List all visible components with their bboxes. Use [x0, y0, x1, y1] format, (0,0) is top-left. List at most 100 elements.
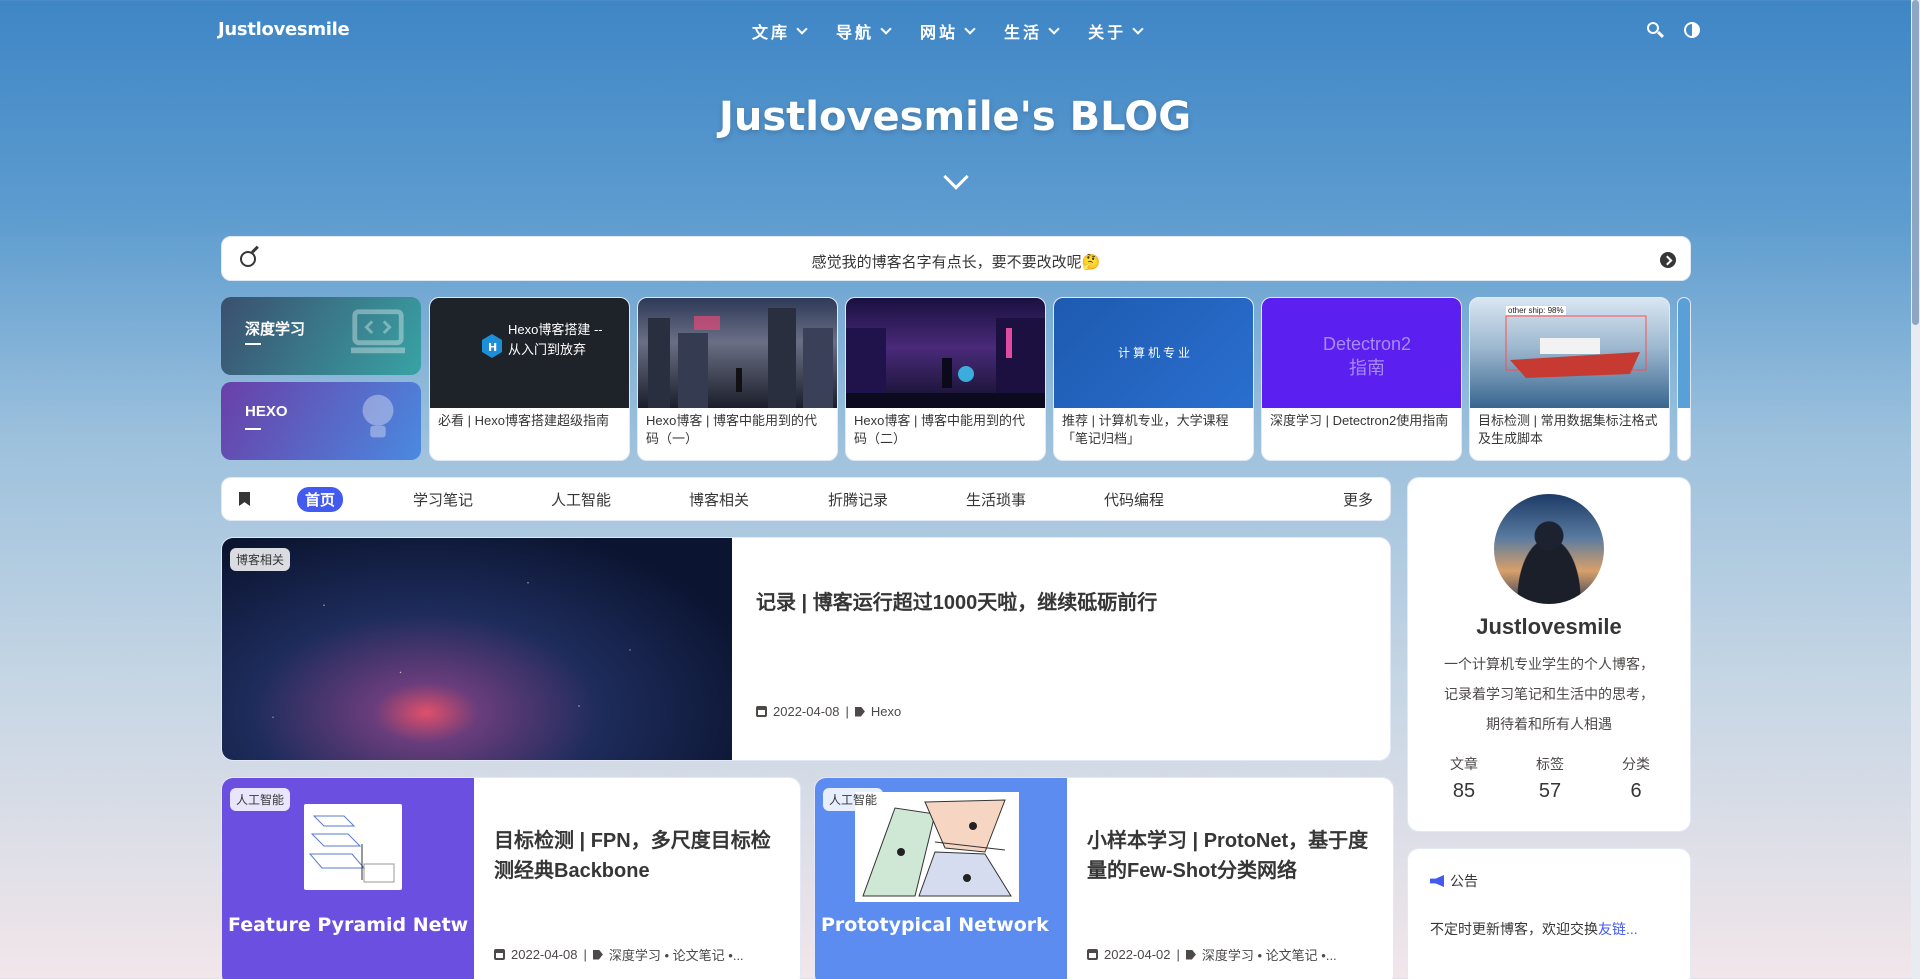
tab-ai[interactable]: 人工智能	[551, 489, 611, 510]
stat-articles[interactable]: 文章 85	[1434, 754, 1494, 803]
post-meta: 2022-04-08 | Hexo	[756, 704, 901, 719]
category-card-hexo[interactable]: HEXO	[221, 382, 421, 460]
bookmark-icon	[239, 492, 250, 506]
post-card[interactable]: 博客相关 记录 | 博客运行超过1000天啦，继续砥砺前行 2022-04-08…	[221, 537, 1391, 761]
category-label: 深度学习	[245, 321, 306, 338]
tab-blog[interactable]: 博客相关	[689, 489, 749, 510]
featured-post-card[interactable]: Hexo博客 | 博客中能用到的代码（二）	[845, 297, 1046, 461]
lightbulb-icon	[362, 394, 394, 438]
main-menu: 文库 导航 网站 生活 关于	[752, 19, 1144, 43]
notice-header: 公告	[1430, 871, 1478, 891]
stat-tags[interactable]: 标签 57	[1520, 754, 1580, 803]
cover-caption: Feature Pyramid Netw	[228, 914, 469, 936]
post-cover-image: 计算机专业	[1054, 298, 1253, 408]
post-category-tag[interactable]: 人工智能	[230, 788, 291, 811]
author-bio: 一个计算机专业学生的个人博客， 记录着学习笔记和生活中的思考， 期待着和所有人相…	[1444, 656, 1654, 732]
cover-caption: Prototypical Network	[821, 914, 1049, 936]
friend-links-link[interactable]: 友链...	[1598, 921, 1638, 937]
cover-text: Detectron2 指南	[1322, 334, 1412, 378]
darkmode-icon[interactable]	[1684, 21, 1702, 39]
scrollbar-thumb[interactable]	[1912, 0, 1919, 325]
tab-life[interactable]: 生活琐事	[966, 489, 1026, 510]
tag-icon	[592, 949, 603, 960]
notice-card: 公告 不定时更新博客，欢迎交换友链...	[1407, 848, 1691, 979]
featured-post-title: 目标检测 | 常用数据集标注格式及生成脚本	[1478, 413, 1658, 446]
scroll-down-icon[interactable]	[943, 164, 969, 190]
category-tabbar: 首页 学习笔记 人工智能 博客相关 折腾记录 生活琐事 代码编程 更多	[221, 477, 1391, 521]
calendar-icon	[494, 949, 505, 960]
post-cover-image: Detectron2 指南	[1262, 298, 1461, 408]
menu-library[interactable]: 文库	[752, 19, 808, 43]
blog-title: Justlovesmile's BLOG	[718, 94, 1192, 140]
search-icon[interactable]	[1646, 21, 1665, 39]
calendar-icon	[756, 706, 767, 717]
post-card[interactable]: Prototypical Network 人工智能 小样本学习 | ProtoN…	[814, 777, 1394, 979]
featured-post-title: 必看 | Hexo博客搭建超级指南	[438, 413, 609, 428]
post-cover-image	[222, 538, 732, 760]
post-title[interactable]: 目标检测 | FPN，多尺度目标检测经典Backbone	[494, 826, 784, 886]
post-card[interactable]: Feature Pyramid Netw 人工智能 目标检测 | FPN，多尺度…	[221, 777, 801, 979]
post-category-tag[interactable]: 博客相关	[230, 548, 291, 571]
post-tags[interactable]: Hexo	[871, 704, 901, 719]
tab-study-notes[interactable]: 学习笔记	[413, 489, 473, 510]
chevron-down-icon	[1048, 23, 1060, 35]
featured-post-card-partial[interactable]	[1677, 297, 1691, 461]
menu-navigation[interactable]: 导航	[836, 19, 892, 43]
nav-tools	[1646, 21, 1702, 39]
site-stats: 文章 85 标签 57 分类 6	[1434, 754, 1666, 803]
arrow-right-icon[interactable]	[1660, 252, 1676, 268]
tab-home[interactable]: 首页	[297, 487, 344, 512]
menu-life[interactable]: 生活	[1004, 19, 1060, 43]
post-date: 2022-04-08	[773, 704, 840, 719]
post-cover-image: H Hexo博客搭建 -- 从入门到放弃	[430, 298, 629, 408]
tab-more[interactable]: 更多	[1343, 489, 1373, 510]
cover-text: other ship: 98%	[1506, 306, 1566, 315]
fpn-diagram	[304, 804, 402, 890]
calendar-icon	[1087, 949, 1098, 960]
tab-tinkering[interactable]: 折腾记录	[828, 489, 888, 510]
post-category-tag[interactable]: 人工智能	[823, 788, 884, 811]
tag-icon	[1185, 949, 1196, 960]
featured-post-card[interactable]: H Hexo博客搭建 -- 从入门到放弃 必看 | Hexo博客搭建超级指南	[429, 297, 630, 461]
featured-post-title: Hexo博客 | 博客中能用到的代码（一）	[646, 413, 817, 446]
featured-post-card[interactable]: other ship: 98% 目标检测 | 常用数据集标注格式及生成脚本	[1469, 297, 1670, 461]
post-tags[interactable]: 深度学习 • 论文笔记 •...	[609, 945, 744, 964]
post-tags[interactable]: 深度学习 • 论文笔记 •...	[1202, 945, 1337, 964]
notice-title: 公告	[1450, 873, 1478, 889]
menu-about[interactable]: 关于	[1088, 19, 1144, 43]
post-date: 2022-04-02	[1104, 947, 1171, 962]
chevron-down-icon	[1132, 23, 1144, 35]
site-brand[interactable]: Justlovesmile	[218, 19, 350, 40]
laptop-code-icon	[350, 309, 406, 354]
featured-post-title: Hexo博客 | 博客中能用到的代码（二）	[854, 413, 1025, 446]
author-name: Justlovesmile	[1476, 614, 1622, 639]
avatar[interactable]	[1494, 494, 1604, 604]
post-cover-image	[638, 298, 837, 408]
author-profile-card: Justlovesmile 一个计算机专业学生的个人博客， 记录着学习笔记和生活…	[1407, 477, 1691, 832]
post-title[interactable]: 小样本学习 | ProtoNet，基于度量的Few-Shot分类网络	[1087, 826, 1377, 886]
stat-categories[interactable]: 分类 6	[1606, 754, 1666, 803]
post-meta: 2022-04-08 | 深度学习 • 论文笔记 •...	[494, 945, 744, 964]
featured-post-card[interactable]: Hexo博客 | 博客中能用到的代码（一）	[637, 297, 838, 461]
announcement-bar[interactable]: 感觉我的博客名字有点长，要不要改改呢🤔	[221, 236, 1691, 281]
chevron-down-icon	[964, 23, 976, 35]
post-title[interactable]: 记录 | 博客运行超过1000天啦，继续砥砺前行	[756, 586, 1157, 615]
tab-coding[interactable]: 代码编程	[1104, 489, 1164, 510]
page-scrollbar[interactable]	[1911, 0, 1920, 979]
top-navbar: Justlovesmile 文库 导航 网站 生活 关于	[0, 0, 1920, 60]
featured-post-title: 推荐 | 计算机专业，大学课程「笔记归档」	[1062, 413, 1229, 446]
category-card-deep-learning[interactable]: 深度学习	[221, 297, 421, 375]
svg-text:H: H	[488, 341, 497, 354]
post-meta: 2022-04-02 | 深度学习 • 论文笔记 •...	[1087, 945, 1337, 964]
notice-text: 不定时更新博客，欢迎交换友链...	[1430, 921, 1638, 937]
menu-sites[interactable]: 网站	[920, 19, 976, 43]
megaphone-icon	[1430, 875, 1444, 887]
featured-post-title: 深度学习 | Detectron2使用指南	[1270, 413, 1449, 428]
category-label: HEXO	[245, 403, 288, 420]
post-date: 2022-04-08	[511, 947, 578, 962]
featured-post-card[interactable]: 计算机专业 推荐 | 计算机专业，大学课程「笔记归档」	[1053, 297, 1254, 461]
featured-post-card[interactable]: Detectron2 指南 深度学习 | Detectron2使用指南	[1261, 297, 1462, 461]
chevron-down-icon	[796, 23, 808, 35]
announcement-text: 感觉我的博客名字有点长，要不要改改呢🤔	[811, 254, 1101, 271]
cover-text: Hexo博客搭建 -- 从入门到放弃	[508, 322, 603, 357]
